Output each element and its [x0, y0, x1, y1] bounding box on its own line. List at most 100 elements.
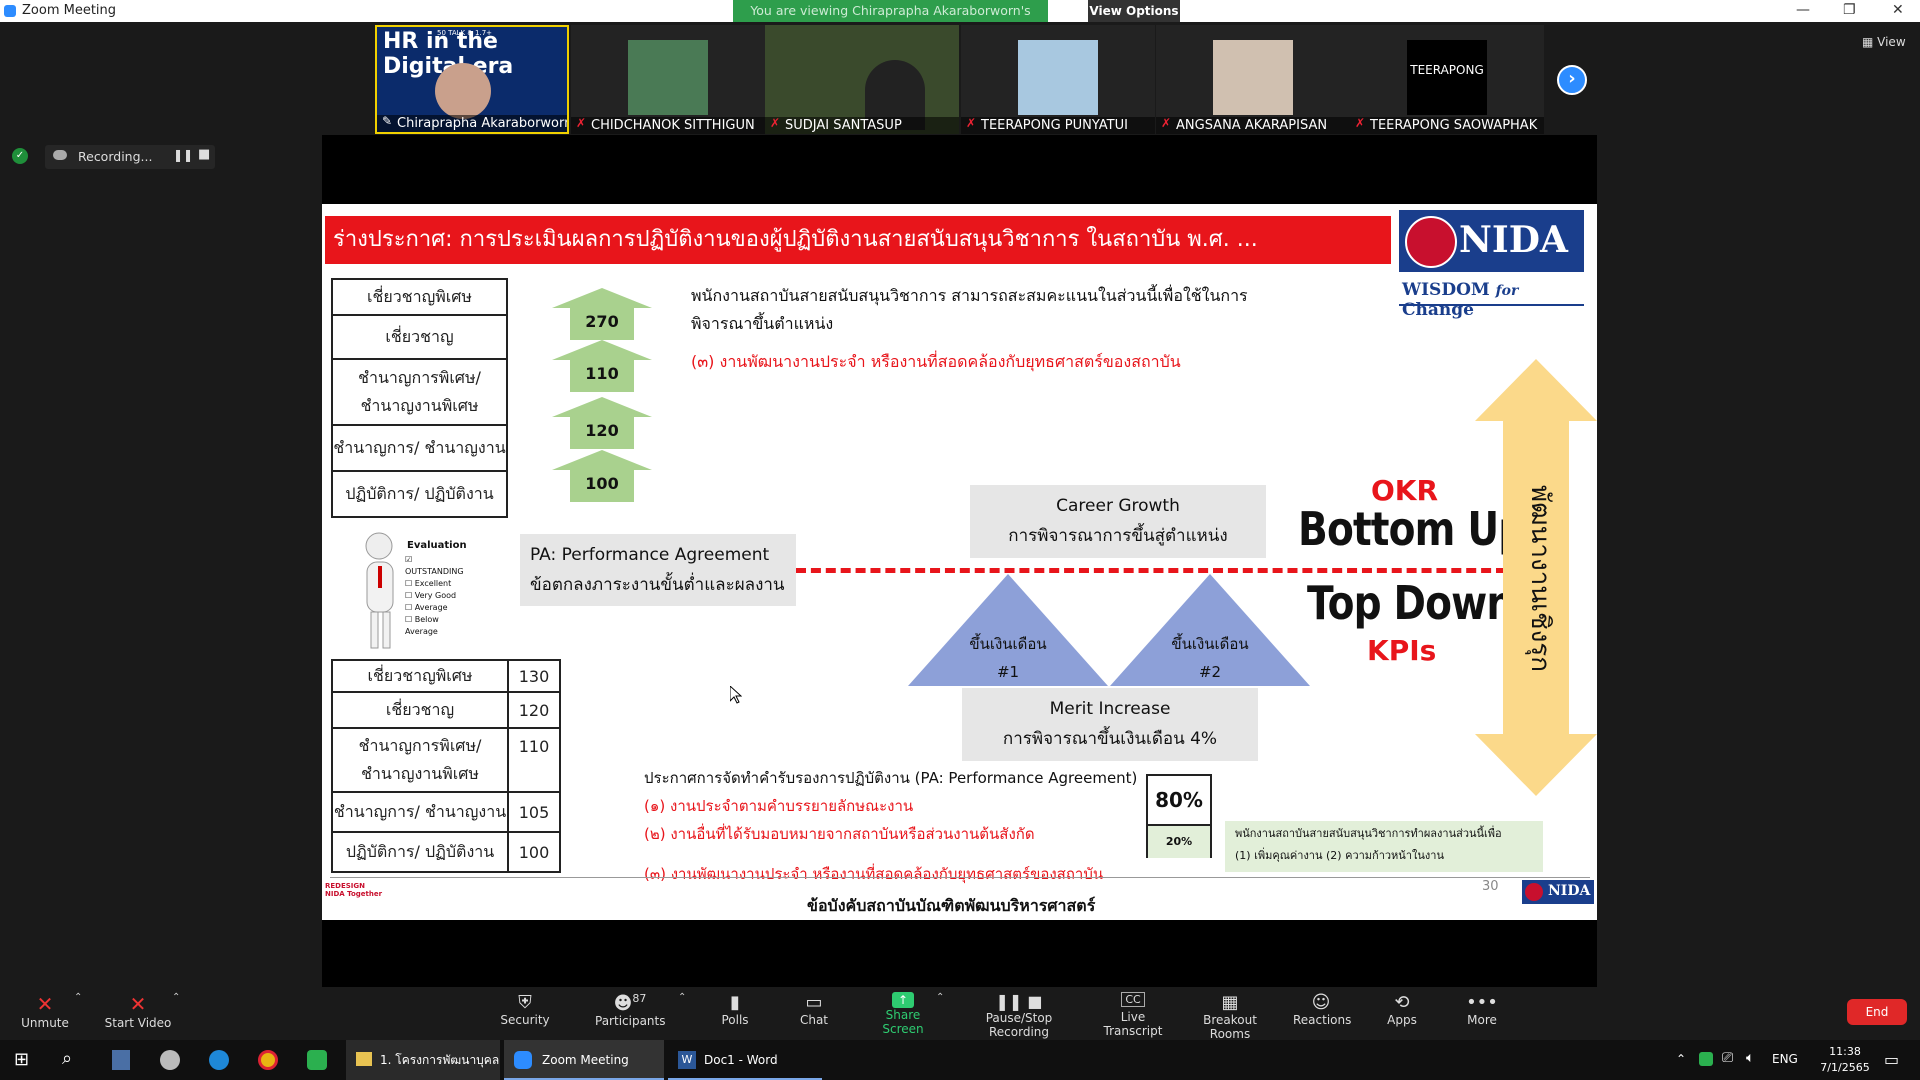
end-meeting-button[interactable]: End [1847, 999, 1907, 1025]
chrome-icon[interactable] [258, 1050, 278, 1070]
score-arrow: 100 [552, 450, 652, 502]
level-cell: เชี่ยวชาญพิเศษ [331, 278, 508, 316]
unmute-button[interactable]: ✕ Unmute [20, 992, 70, 1030]
participant-name: ✗ CHIDCHANOK SITTHIGUN [571, 116, 765, 134]
level-cell: เชี่ยวชาญพิเศษ [331, 659, 509, 693]
mic-muted-icon: ✗ [966, 116, 977, 130]
shield-icon: ⛨ [518, 992, 532, 1013]
restore-icon[interactable]: ❐ [1843, 2, 1856, 18]
line-tray-icon[interactable] [1699, 1052, 1713, 1066]
gallery-next-button[interactable]: › [1557, 65, 1587, 95]
zoom-app-icon [4, 5, 16, 17]
pause-record-button[interactable]: ❚❚ [173, 148, 193, 162]
bottom-level-table: เชี่ยวชาญพิเศษ 130 เชี่ยวชาญ 120 ชำนาญการพ… [331, 659, 561, 873]
participant-tile[interactable]: TEERAPONG ✗ TEERAPONG SAOWAPHAK [1350, 25, 1544, 134]
view-options-button[interactable]: View Options ⌄ [1088, 0, 1180, 40]
apps-button[interactable]: ⟲ Apps [1384, 992, 1420, 1027]
folder-icon [356, 1052, 372, 1066]
participant-photo [628, 40, 708, 115]
value-cell: 105 [507, 791, 561, 833]
participant-tile[interactable]: ✗ TEERAPONG PUNYATUI [961, 25, 1155, 134]
breakout-rooms-button[interactable]: ▦ Breakout Rooms [1186, 992, 1274, 1041]
nida-small-logo: NIDA [1522, 880, 1594, 916]
participant-video [435, 63, 491, 119]
recording-indicator: Recording... ❚❚ ■ [45, 145, 215, 169]
grid-icon: ▦ [1862, 35, 1878, 49]
view-button[interactable]: ▦ View [1862, 35, 1906, 49]
salary-triangle-1: ขึ้นเงินเดือน #1 [908, 574, 1108, 686]
level-cell: เชี่ยวชาญ [331, 691, 509, 729]
security-button[interactable]: ⛨ Security [495, 992, 555, 1027]
participant-name: ✎ Chiraprapha Akaraborworn [377, 114, 567, 132]
pct-box: 80% 20% [1146, 774, 1212, 858]
apps-icon: ⟲ [1394, 992, 1410, 1013]
more-button[interactable]: ••• More [1464, 992, 1500, 1027]
top-level-table: เชี่ยวชาญพิเศษ เชี่ยวชาญ ชำนาญการพิเศษ/ … [331, 278, 508, 518]
view-options-label: View Options [1089, 4, 1179, 18]
network-icon[interactable]: ⎚ [1722, 1050, 1733, 1066]
kpis-label: KPIs [1367, 634, 1437, 667]
announce-item: (๓) งานพัฒนางานประจำ หรืองานที่สอดคล้องก… [644, 865, 1104, 883]
participant-tile[interactable]: HR in the Digital era 50 TALK & 1.7+ ✎ Ch… [375, 25, 569, 134]
presentation-slide: ร่างประกาศ: การประเมินผลการปฏิบัติงานของ… [322, 204, 1597, 920]
tray-chevron-icon[interactable]: ⌃ [1676, 1052, 1686, 1066]
participant-name: ✗ TEERAPONG SAOWAPHAK [1350, 116, 1544, 134]
level-cell: ปฏิบัติการ/ ปฏิบัติงาน [331, 831, 509, 873]
eval-title: Evaluation [407, 540, 467, 551]
edge-icon[interactable] [209, 1050, 229, 1070]
stop-record-button[interactable]: ■ [198, 147, 210, 162]
language-indicator[interactable]: ENG [1772, 1052, 1798, 1066]
participants-chevron-icon[interactable]: ⌃ [678, 992, 686, 1003]
search-icon[interactable]: ⌕ [62, 1048, 72, 1069]
level-cell: ชำนาญการพิเศษ/ ชำนาญงานพิเศษ [331, 358, 508, 426]
video-options-chevron-icon[interactable]: ⌃ [172, 992, 180, 1003]
minimize-icon[interactable]: — [1796, 2, 1810, 18]
chevron-right-icon: › [1568, 68, 1576, 89]
nida-seal-icon [1525, 883, 1543, 901]
score-arrow: 120 [552, 397, 652, 449]
volume-icon[interactable]: 🔈︎ [1746, 1050, 1754, 1066]
audio-options-chevron-icon[interactable]: ⌃ [74, 992, 82, 1003]
cc-icon: CC [1121, 992, 1145, 1007]
participants-button[interactable]: ☻87 Participants [595, 992, 666, 1028]
taskbar-item-zoom[interactable]: Zoom Meeting [504, 1040, 664, 1080]
taskbar-item-folder[interactable]: 1. โครงการพัฒนาบุคล... [346, 1040, 500, 1080]
viewing-banner: You are viewing Chiraprapha Akaraborworn… [733, 0, 1048, 40]
recording-label: Recording... [78, 149, 153, 164]
share-screen-button[interactable]: ↑ Share Screen [865, 992, 941, 1036]
live-transcript-button[interactable]: CC Live Transcript [1092, 992, 1174, 1038]
windows-start-icon[interactable]: ⊞ [14, 1049, 29, 1070]
pause-stop-recording-button[interactable]: ❚❚ ■ Pause/Stop Recording [958, 992, 1080, 1039]
value-cell: 100 [507, 831, 561, 873]
merit-increase-box: Merit Increase การพิจารณาขึ้นเงินเดือน 4% [962, 688, 1258, 761]
reactions-button[interactable]: ☺ Reactions [1293, 992, 1351, 1027]
shield-icon[interactable]: ✓ [12, 148, 28, 164]
clock[interactable]: 11:38 7/1/2565 [1820, 1044, 1870, 1076]
zoom-icon [514, 1051, 532, 1069]
share-options-chevron-icon[interactable]: ⌃ [936, 992, 944, 1003]
level-cell: เชี่ยวชาญ [331, 314, 508, 360]
announce-item: (๒) งานอื่นที่ได้รับมอบหมายจากสถาบันหรือ… [644, 825, 1035, 843]
app-icon[interactable] [160, 1050, 180, 1070]
line-icon[interactable] [307, 1050, 327, 1070]
level-cell: ปฏิบัติการ/ ปฏิบัติงาน [331, 470, 508, 518]
taskbar-item-word[interactable]: W Doc1 - Word [668, 1040, 822, 1080]
polls-icon: ▮ [730, 992, 740, 1013]
participant-tile[interactable]: ✗ SUDJAI SANTASUP [765, 25, 959, 134]
close-icon[interactable]: ✕ [1892, 2, 1904, 18]
participant-tile[interactable]: ✗ CHIDCHANOK SITTHIGUN [571, 25, 765, 134]
pin-icon: ✎ [382, 114, 393, 128]
notifications-icon[interactable]: ▭ [1884, 1050, 1899, 1069]
chat-button[interactable]: ▭ Chat [793, 992, 835, 1027]
value-cell: 120 [507, 691, 561, 729]
participant-tile[interactable]: ✗ ANGSANA AKARAPISAN [1156, 25, 1350, 134]
score-arrow: 110 [552, 340, 652, 392]
dashed-divider [796, 568, 1506, 573]
value-cell: 110 [507, 727, 561, 793]
mic-muted-icon: ✗ [1355, 116, 1366, 130]
start-video-button[interactable]: ✕ Start Video [104, 992, 172, 1030]
mouse-cursor-icon [730, 686, 742, 704]
calculator-icon[interactable] [112, 1050, 130, 1070]
polls-button[interactable]: ▮ Polls [714, 992, 756, 1027]
meeting-toolbar: ✕ Unmute ⌃ ✕ Start Video ⌃ ⛨ Security ☻87 Pa… [0, 986, 1920, 1041]
